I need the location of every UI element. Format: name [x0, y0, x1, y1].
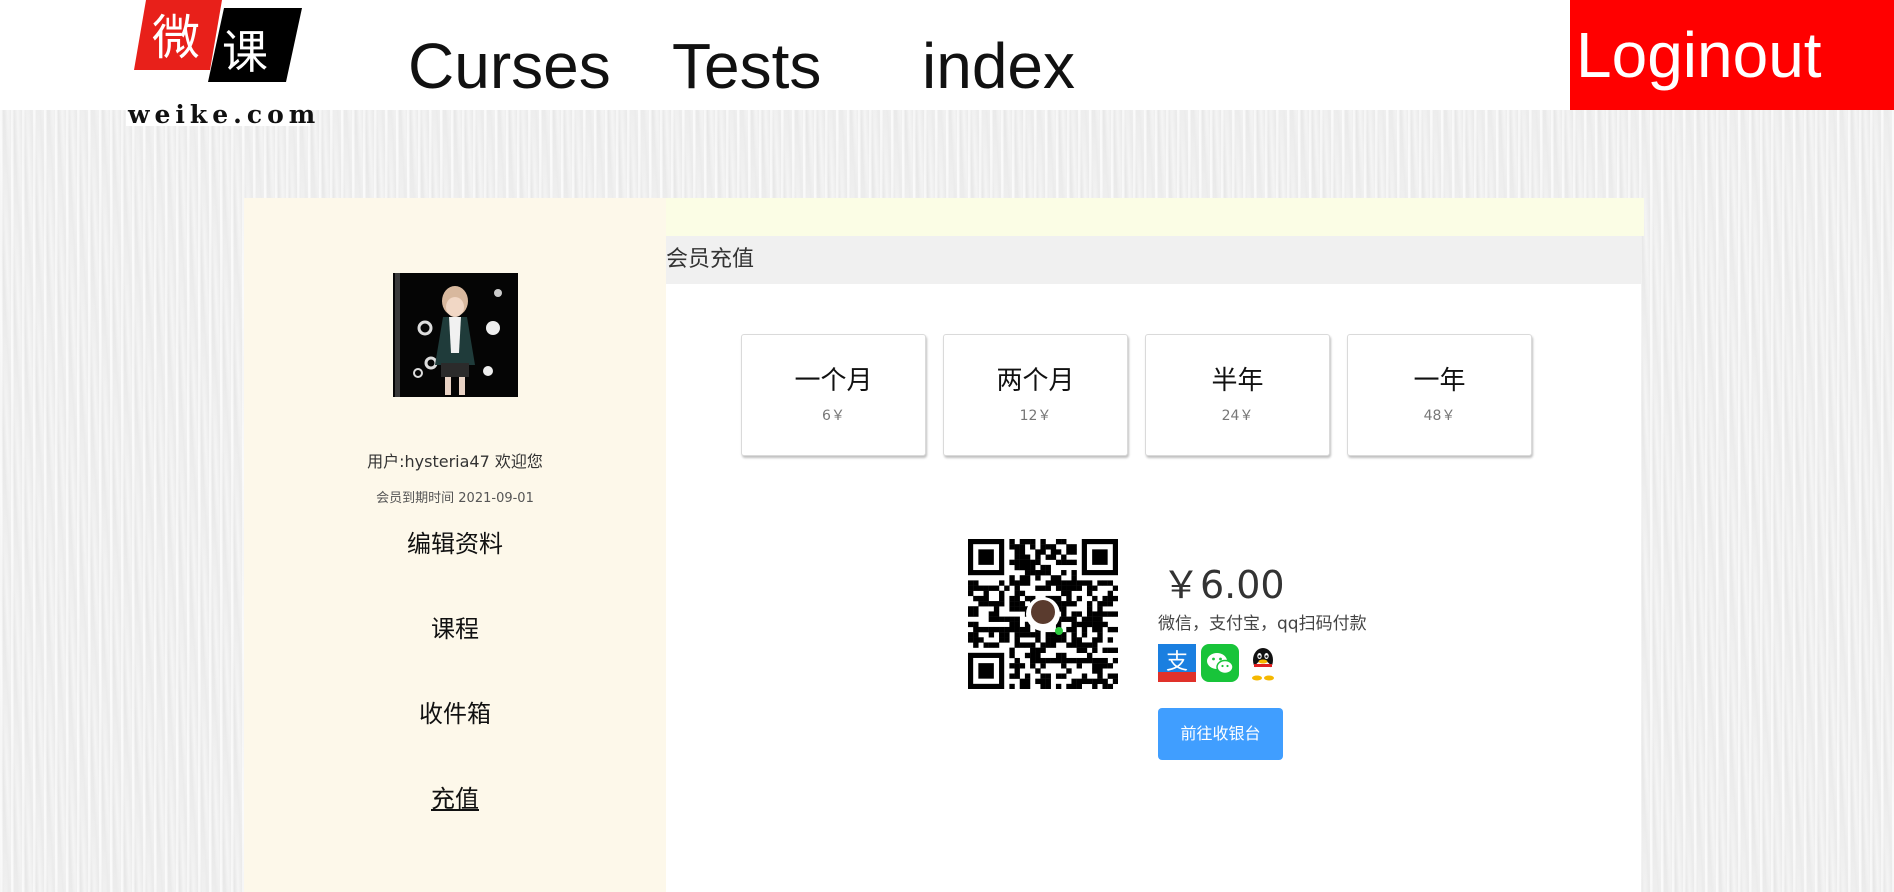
sidebar-item-inbox[interactable]: 收件箱	[244, 694, 666, 729]
logout-button[interactable]: Loginout	[1570, 0, 1894, 110]
qr-code-icon	[968, 539, 1119, 690]
plan-name: 半年	[1211, 366, 1264, 396]
svg-text:微: 微	[152, 10, 200, 66]
payment-description: 微信，支付宝，qq扫码付款	[1158, 614, 1367, 634]
svg-text:课: 课	[222, 25, 268, 79]
svg-text:支: 支	[1166, 650, 1188, 675]
plan-card-one-year[interactable]: 一年 48￥	[1347, 334, 1532, 456]
plan-price: 24￥	[1221, 408, 1254, 424]
logo-mark-icon: 微 课	[134, 0, 302, 82]
content-container: 用户:hysteria47 欢迎您 会员到期时间 2021-09-01 编辑资料…	[244, 198, 1644, 892]
avatar[interactable]	[393, 273, 518, 397]
go-to-checkout-button[interactable]: 前往收银台	[1158, 708, 1283, 760]
nav-courses[interactable]: Curses	[408, 28, 611, 104]
user-sidebar: 用户:hysteria47 欢迎您 会员到期时间 2021-09-01 编辑资料…	[244, 198, 666, 892]
panel-top-strip	[666, 198, 1644, 236]
plan-price: 12￥	[1019, 408, 1052, 424]
logo-site-name: weike.com	[128, 100, 321, 129]
nav-index[interactable]: index	[922, 28, 1075, 104]
recharge-panel: 会员充值 一个月 6￥ 两个月 12￥ 半年 24￥ 一年 48￥ ￥6.00 …	[666, 198, 1644, 892]
wechat-pay-icon	[1201, 644, 1239, 682]
plan-price: 6￥	[822, 408, 845, 424]
plan-name: 一年	[1413, 366, 1466, 396]
nav-tests[interactable]: Tests	[672, 28, 821, 104]
user-greeting: 用户:hysteria47 欢迎您	[367, 452, 543, 471]
qq-icon	[1252, 648, 1274, 681]
plan-name: 两个月	[996, 366, 1075, 396]
section-title: 会员充值	[666, 236, 1641, 284]
payment-amount: ￥6.00	[1162, 563, 1285, 607]
plan-card-one-month[interactable]: 一个月 6￥	[741, 334, 926, 456]
top-bar: 微 课 weike.com Curses Tests index Loginou…	[0, 0, 1894, 129]
plan-card-two-months[interactable]: 两个月 12￥	[943, 334, 1128, 456]
recharge-body: 一个月 6￥ 两个月 12￥ 半年 24￥ 一年 48￥ ￥6.00 微信，支付…	[666, 284, 1641, 892]
sidebar-item-recharge[interactable]: 充值	[244, 779, 666, 814]
alipay-icon: 支	[1158, 644, 1196, 682]
site-logo[interactable]: 微 课 weike.com	[126, 0, 315, 129]
plan-name: 一个月	[794, 366, 873, 396]
plan-price: 48￥	[1423, 408, 1456, 424]
payment-qr-code	[968, 539, 1119, 690]
sidebar-item-edit-profile[interactable]: 编辑资料	[244, 524, 666, 559]
sidebar-item-courses[interactable]: 课程	[244, 609, 666, 644]
plan-card-half-year[interactable]: 半年 24￥	[1145, 334, 1330, 456]
avatar-image	[393, 273, 518, 397]
membership-expiry: 会员到期时间 2021-09-01	[376, 491, 534, 506]
